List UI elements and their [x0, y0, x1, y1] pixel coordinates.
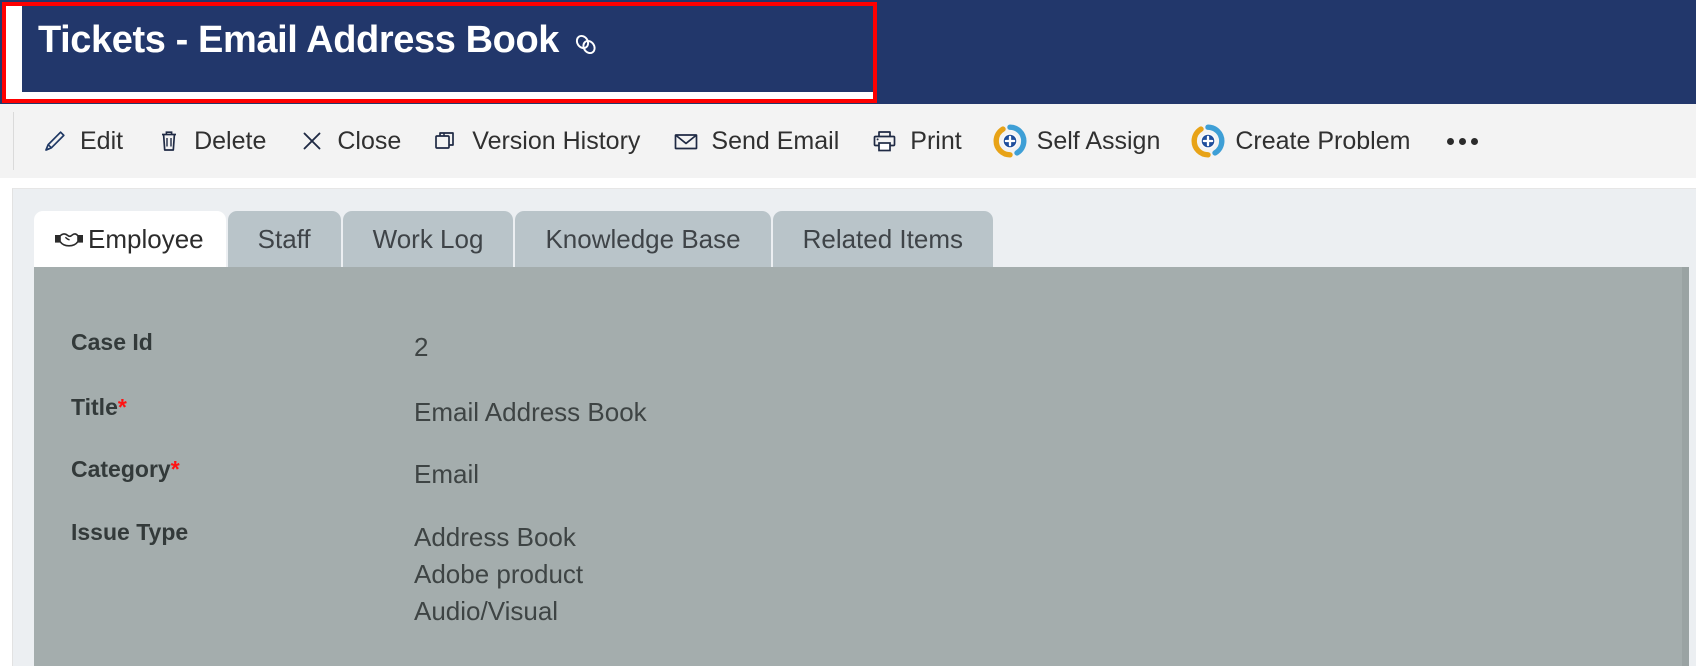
- close-x-icon: [297, 126, 327, 156]
- page-body: Employee Staff Work Log Knowledge Base R…: [0, 178, 1696, 666]
- tab-label: Work Log: [372, 223, 484, 254]
- link-icon[interactable]: [573, 32, 599, 58]
- toolbar-left-divider: [13, 112, 14, 170]
- envelope-icon: [671, 126, 701, 156]
- value-text: 2: [414, 332, 429, 362]
- print-button[interactable]: Print: [870, 126, 962, 156]
- tab-label: Knowledge Base: [545, 223, 741, 254]
- edit-label: Edit: [80, 126, 124, 155]
- create-problem-button[interactable]: Create Problem: [1191, 124, 1410, 158]
- tab-employee[interactable]: Employee: [34, 211, 226, 267]
- field-label-title: Title*: [34, 394, 414, 431]
- field-label-case-id: Case Id: [34, 329, 414, 366]
- self-assign-label: Self Assign: [1036, 126, 1161, 155]
- value-text: Adobe product: [414, 558, 584, 589]
- label-text: Case Id: [71, 329, 153, 355]
- required-marker: *: [117, 394, 127, 420]
- field-value-case-id: 2: [414, 329, 428, 366]
- close-label: Close: [337, 126, 402, 155]
- send-email-button[interactable]: Send Email: [671, 126, 839, 156]
- value-text: Email: [414, 459, 480, 489]
- field-value-category: Email: [414, 456, 479, 493]
- printer-icon: [870, 126, 900, 156]
- more-options-ellipsis-icon[interactable]: [1447, 137, 1479, 145]
- edit-button[interactable]: Edit: [40, 126, 123, 156]
- field-label-category: Category*: [34, 456, 414, 493]
- field-label-issue-type: Issue Type: [34, 519, 414, 630]
- tab-knowledge-base[interactable]: Knowledge Base: [515, 211, 771, 267]
- value-text: Email Address Book: [414, 397, 647, 427]
- version-history-icon: [432, 126, 462, 156]
- handshake-icon: [54, 226, 84, 252]
- tab-label: Related Items: [802, 223, 963, 254]
- tab-strip: Employee Staff Work Log Knowledge Base R…: [34, 211, 995, 267]
- ellipsis-dot: [1459, 137, 1467, 145]
- label-text: Title: [71, 394, 118, 420]
- field-value-title: Email Address Book: [414, 394, 647, 431]
- field-row: Title* Email Address Book: [34, 394, 1689, 431]
- tab-work-log[interactable]: Work Log: [342, 211, 514, 267]
- tab-related-items[interactable]: Related Items: [772, 211, 993, 267]
- tab-label: Employee: [88, 223, 204, 254]
- field-value-issue-type: Address Book Adobe product Audio/Visual: [414, 519, 583, 630]
- ellipsis-dot: [1447, 137, 1455, 145]
- ellipsis-dot: [1471, 137, 1479, 145]
- content-frame: Employee Staff Work Log Knowledge Base R…: [12, 188, 1696, 666]
- field-row: Issue Type Address Book Adobe product Au…: [34, 519, 1689, 630]
- employee-form-panel: Case Id 2 Title* Email Address Book Cate…: [34, 267, 1689, 666]
- field-row: Category* Email: [34, 456, 1689, 493]
- circular-plus-icon: [993, 124, 1027, 158]
- required-marker: *: [170, 456, 180, 482]
- delete-label: Delete: [194, 126, 267, 155]
- delete-button[interactable]: Delete: [154, 126, 266, 156]
- header-left-gutter: [6, 6, 22, 99]
- trash-icon: [154, 126, 184, 156]
- send-email-label: Send Email: [711, 126, 840, 155]
- create-problem-label: Create Problem: [1235, 126, 1411, 155]
- pencil-icon: [40, 126, 70, 156]
- label-text: Category: [71, 456, 171, 482]
- version-history-label: Version History: [472, 126, 641, 155]
- circular-plus-icon: [1191, 124, 1225, 158]
- close-button[interactable]: Close: [297, 126, 401, 156]
- label-text: Issue Type: [71, 519, 189, 545]
- value-text: Audio/Visual: [414, 595, 559, 626]
- ticket-detail-page: Tickets - Email Address Book Edit Delete…: [0, 0, 1696, 666]
- self-assign-button[interactable]: Self Assign: [993, 124, 1161, 158]
- print-label: Print: [910, 126, 962, 155]
- page-header: Tickets - Email Address Book: [0, 0, 1696, 104]
- header-bottom-gutter: [6, 92, 873, 99]
- header-content: Tickets - Email Address Book: [38, 19, 599, 62]
- field-row: Case Id 2: [34, 329, 1689, 366]
- command-toolbar: Edit Delete Close Version History Send E…: [0, 104, 1696, 178]
- tab-staff[interactable]: Staff: [227, 211, 341, 267]
- tab-label: Staff: [257, 223, 311, 254]
- page-title: Tickets - Email Address Book: [38, 19, 559, 61]
- version-history-button[interactable]: Version History: [432, 126, 640, 156]
- value-text: Address Book: [414, 522, 576, 552]
